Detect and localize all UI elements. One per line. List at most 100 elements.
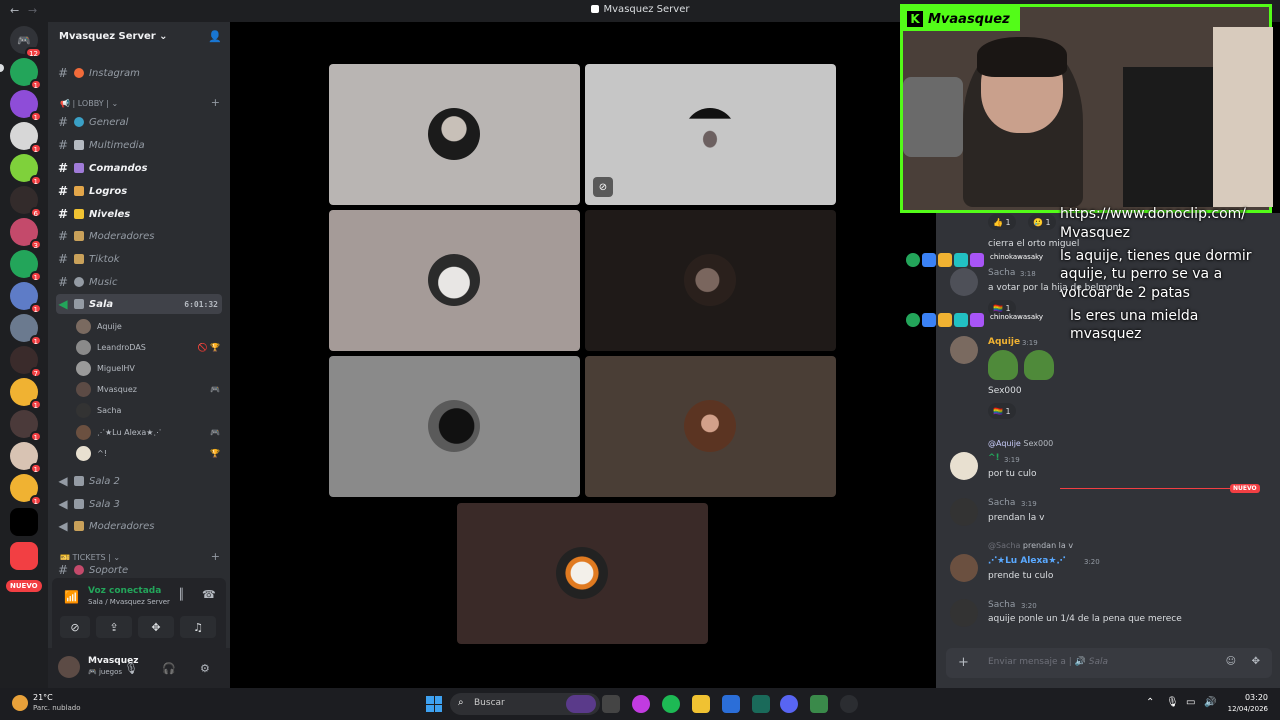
avatar[interactable]: [950, 336, 978, 364]
tray-network-icon[interactable]: ▭: [1186, 697, 1195, 708]
server-icon-12[interactable]: 1: [10, 410, 42, 442]
file-explorer-icon[interactable]: [692, 695, 710, 713]
soundboard-button[interactable]: ♫: [180, 616, 216, 638]
server-icon-7[interactable]: 1: [10, 250, 42, 282]
voice-channel-moderadores[interactable]: ◀ Moderadores: [56, 516, 222, 536]
server-icon-4[interactable]: 1: [10, 154, 42, 186]
avatar[interactable]: [950, 268, 978, 296]
obs-icon[interactable]: [840, 695, 858, 713]
voice-user[interactable]: ⋰★Lu Alexa★⋰ 🎮: [76, 422, 222, 442]
message-author[interactable]: Sacha: [988, 268, 1015, 278]
voice-channel-sala[interactable]: ◀ Sala 6:01:32: [56, 294, 222, 314]
tray-volume-icon[interactable]: 🔊: [1204, 697, 1216, 708]
add-member-icon[interactable]: 👤: [208, 30, 222, 43]
add-channel-icon[interactable]: +: [211, 550, 220, 563]
activities-button[interactable]: ✥: [138, 616, 174, 638]
voice-user[interactable]: Mvasquez 🎮: [76, 379, 222, 399]
message-author[interactable]: ⋰★Lu Alexa★⋰: [988, 556, 1065, 566]
avatar[interactable]: [58, 656, 80, 678]
participant-tile[interactable]: [329, 210, 580, 351]
clock-date[interactable]: 12/04/2026: [1228, 705, 1268, 713]
discord-icon[interactable]: [780, 695, 798, 713]
channel-multimedia[interactable]: # Multimedia: [56, 135, 222, 155]
avatar[interactable]: [950, 554, 978, 582]
start-button[interactable]: [426, 696, 442, 712]
disconnect-icon[interactable]: ☎: [202, 588, 216, 601]
search-highlight-icon[interactable]: [566, 695, 596, 713]
voice-user[interactable]: ^! 🏆: [76, 443, 222, 463]
spotify-icon[interactable]: [662, 695, 680, 713]
server-icon-10[interactable]: 7: [10, 346, 42, 378]
weather-icon[interactable]: [12, 695, 28, 711]
server-icon-13[interactable]: 1: [10, 442, 42, 474]
new-server-icon[interactable]: [10, 542, 38, 570]
terminal-icon[interactable]: [752, 695, 770, 713]
participant-tile[interactable]: ⊘: [585, 64, 836, 205]
server-icon-3[interactable]: 1: [10, 122, 42, 154]
avatar[interactable]: [950, 452, 978, 480]
channel-comandos[interactable]: # Comandos: [56, 158, 222, 178]
category-lobby[interactable]: 📢 | LOBBY | ⌄: [60, 99, 118, 108]
voice-channel-sala-3[interactable]: ◀ Sala 3: [56, 494, 222, 514]
channel-music[interactable]: # Music: [56, 272, 222, 292]
server-icon-9[interactable]: 1: [10, 314, 42, 346]
avatar[interactable]: [950, 599, 978, 627]
add-channel-icon[interactable]: +: [211, 96, 220, 109]
attach-plus-icon[interactable]: +: [958, 655, 969, 670]
headphones-icon[interactable]: 🎧: [162, 662, 176, 675]
participant-tile[interactable]: [329, 356, 580, 497]
signal-icon[interactable]: 📶: [64, 590, 79, 604]
reply-preview[interactable]: @Sacha prendan la v: [988, 541, 1073, 550]
voice-user[interactable]: MiguelHV: [76, 358, 222, 378]
reaction-thumbs[interactable]: 👍 1: [988, 214, 1016, 230]
voice-user[interactable]: LeandroDAS 🚫 🏆: [76, 337, 222, 357]
channel-tiktok[interactable]: # Tiktok: [56, 249, 222, 269]
apps-icon[interactable]: ✥: [1252, 656, 1260, 667]
server-icon-1[interactable]: 1: [10, 58, 42, 90]
kick-server-icon[interactable]: [10, 508, 38, 536]
camera-off-button[interactable]: ⊘: [60, 616, 90, 638]
server-icon-11[interactable]: 1: [10, 378, 42, 410]
message-author[interactable]: ^!: [988, 453, 1000, 463]
server-icon-6[interactable]: 3: [10, 218, 42, 250]
app-icon[interactable]: [810, 695, 828, 713]
channel-general[interactable]: # General: [56, 112, 222, 132]
channel-instagram[interactable]: # Instagram: [56, 63, 222, 83]
noise-suppression-icon[interactable]: ║: [178, 588, 185, 601]
category-tickets[interactable]: 🎫 TICKETS | ⌄: [60, 553, 120, 562]
voice-user[interactable]: Aquije: [76, 316, 222, 336]
message-author[interactable]: Sacha: [988, 600, 1015, 610]
channel-niveles[interactable]: # Niveles: [56, 204, 222, 224]
tray-mic-icon[interactable]: 🎙: [1166, 697, 1179, 708]
clock-time[interactable]: 03:20: [1245, 693, 1268, 702]
server-icon-2[interactable]: 1: [10, 90, 42, 122]
tray-chevron-icon[interactable]: ⌃: [1146, 697, 1154, 708]
direct-messages-icon[interactable]: 🎮 12: [10, 26, 42, 58]
participant-tile[interactable]: [585, 210, 836, 351]
voice-location[interactable]: Sala / Mvasquez Server: [88, 598, 170, 606]
voice-user[interactable]: Sacha: [76, 400, 222, 420]
channel-logros[interactable]: # Logros: [56, 181, 222, 201]
screen-share-button[interactable]: ⇪: [96, 616, 132, 638]
participant-tile[interactable]: [329, 64, 580, 205]
store-icon[interactable]: [722, 695, 740, 713]
settings-gear-icon[interactable]: ⚙: [200, 662, 210, 675]
message-input[interactable]: + Enviar mensaje a | 🔊 Sala ☺ ✥: [946, 648, 1272, 678]
reply-preview[interactable]: @Aquije Sex000: [988, 439, 1053, 448]
task-view-icon[interactable]: [602, 695, 620, 713]
microphone-icon[interactable]: 🎙: [124, 662, 138, 675]
server-icon-8[interactable]: 1: [10, 282, 42, 314]
opera-icon[interactable]: [632, 695, 650, 713]
voice-channel-sala-2[interactable]: ◀ Sala 2: [56, 471, 222, 491]
server-icon-14[interactable]: 1: [10, 474, 42, 506]
channel-moderadores[interactable]: # Moderadores: [56, 226, 222, 246]
participant-tile[interactable]: [585, 356, 836, 497]
server-header[interactable]: Mvasquez Server ⌄ 👤: [48, 22, 230, 52]
participant-tile[interactable]: [457, 503, 708, 644]
reaction-flag[interactable]: 🏳️‍🌈 1: [988, 403, 1016, 419]
server-icon-5[interactable]: 6: [10, 186, 42, 218]
avatar[interactable]: [950, 498, 978, 526]
message-author[interactable]: Sacha: [988, 498, 1015, 508]
channel-soporte[interactable]: # Soporte: [56, 564, 222, 576]
reaction-face[interactable]: 🥲 1: [1028, 214, 1056, 230]
